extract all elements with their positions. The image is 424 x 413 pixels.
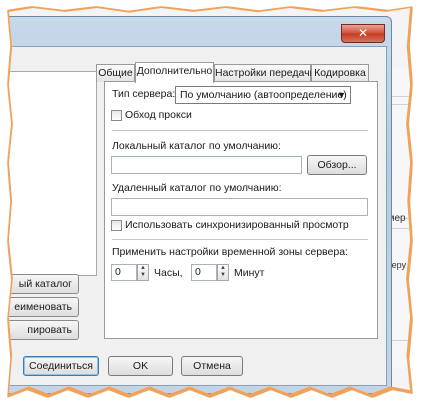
separator [112,239,368,240]
bypass-proxy-checkbox[interactable] [111,110,122,121]
remote-dir-label: Удаленный каталог по умолчанию: [112,182,282,194]
site-list[interactable] [9,71,97,276]
tab-transfer-settings[interactable]: Настройки передачи [214,64,315,82]
sync-browse-label: Использовать синхронизированный просмотр [125,219,349,231]
spin-down-icon[interactable]: ▼ [218,272,228,279]
tab-charset[interactable]: Кодировка [311,64,369,82]
minutes-spinner[interactable]: ▲ ▼ [217,264,229,281]
server-type-label: Тип сервера: [112,88,176,100]
ok-button[interactable]: OK [108,356,173,376]
spin-down-icon[interactable]: ▼ [138,272,148,279]
rename-button[interactable]: еименовать [9,297,79,317]
hours-spinner[interactable]: ▲ ▼ [137,264,149,281]
minutes-input[interactable]: 0 [191,264,217,281]
hours-label: Часы, [154,267,183,279]
server-type-value: По умолчанию (автоопределение) [180,89,347,101]
tab-advanced[interactable]: Дополнительно [135,62,214,83]
cancel-button[interactable]: Отмена [181,356,243,376]
spin-up-icon[interactable]: ▲ [218,265,228,272]
new-folder-button[interactable]: ый каталог [9,274,79,294]
local-dir-input[interactable] [111,156,302,174]
minutes-label: Минут [234,267,265,279]
close-icon: ✕ [357,26,369,40]
server-type-select[interactable]: По умолчанию (автоопределение) ▼ [175,86,351,104]
remote-dir-input[interactable] [111,198,368,216]
local-dir-label: Локальный каталог по умолчанию: [112,140,281,152]
browse-button[interactable]: Обзор... [307,155,367,175]
hours-input[interactable]: 0 [111,264,137,281]
bypass-proxy-label: Обход прокси [125,109,192,121]
sync-browse-checkbox[interactable] [111,220,122,231]
screenshot-paper: змер веру ✕ ый каталог еименовать пирова… [9,8,410,394]
chevron-down-icon: ▼ [337,90,346,100]
spin-up-icon[interactable]: ▲ [138,265,148,272]
close-button[interactable]: ✕ [341,24,385,43]
connect-button[interactable]: Соединиться [23,356,99,376]
separator [112,130,368,131]
timezone-label: Применить настройки временной зоны серве… [112,246,348,258]
copy-button[interactable]: пировать [9,320,79,340]
tab-general[interactable]: Общие [96,64,135,82]
